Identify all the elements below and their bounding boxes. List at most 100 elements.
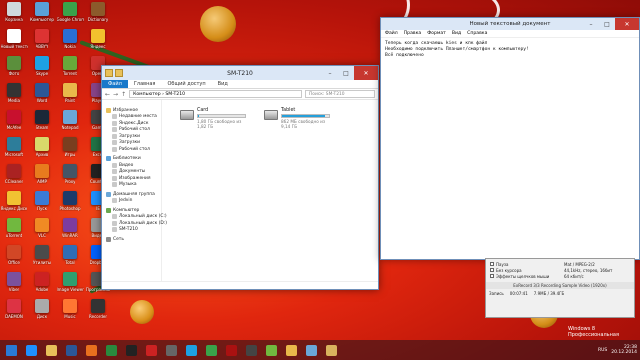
desktop-icon[interactable]: Новый текстовый [0, 27, 28, 54]
taskbar-firefox-icon[interactable] [82, 342, 100, 358]
desktop-icon-label: Photoshop [59, 206, 81, 211]
desktop-icon[interactable]: Music [56, 297, 84, 324]
tab-share[interactable]: Общий доступ [161, 80, 211, 88]
drive-usage-bar [281, 114, 330, 118]
desktop-icon[interactable]: Steam [28, 108, 56, 135]
notepad-titlebar[interactable]: Новый текстовый документ – □ ✕ [381, 18, 639, 30]
taskbar-notepad-icon[interactable] [302, 342, 320, 358]
desktop-icon[interactable]: Утилиты [28, 243, 56, 270]
forward-icon[interactable]: → [113, 91, 118, 98]
tab-view[interactable]: Вид [212, 80, 234, 88]
nav-item[interactable]: Локальный диск (D:) [106, 220, 167, 227]
desktop-icon[interactable]: Skype [28, 54, 56, 81]
desktop-icon[interactable]: VLC [28, 216, 56, 243]
nav-group[interactable]: Домашняя группа [106, 191, 161, 198]
taskbar-paint-icon[interactable] [282, 342, 300, 358]
taskbar-chrome-icon[interactable] [202, 342, 220, 358]
taskbar-folder-icon[interactable] [322, 342, 340, 358]
clock[interactable]: 22:38 20.12.2014 [611, 345, 637, 355]
desktop-icon[interactable]: AIMP [28, 162, 56, 189]
os-watermark: Windows 8 Профессиональная [568, 326, 619, 338]
tab-file[interactable]: Файл [102, 80, 128, 88]
desktop-icon[interactable]: Microsoft [0, 135, 28, 162]
desktop-icon[interactable]: Корзина [0, 0, 28, 27]
desktop-icon[interactable]: Яндекс [84, 27, 112, 54]
desktop-icon[interactable]: Пуск [28, 189, 56, 216]
nav-item[interactable]: Jedvin [106, 198, 161, 205]
taskbar-word-icon[interactable] [62, 342, 80, 358]
taskbar-yandex-icon[interactable] [142, 342, 160, 358]
menu-file[interactable]: Файл [385, 31, 398, 36]
language-indicator[interactable]: RUS [598, 348, 607, 353]
app-icon [35, 56, 49, 70]
desktop-icon[interactable]: Total [56, 243, 84, 270]
drive-tablet[interactable]: Tablet 862 МБ свободно из 9,14 ГБ [264, 108, 330, 281]
desktop-icon[interactable]: Nokia [56, 27, 84, 54]
back-icon[interactable]: ← [105, 91, 110, 98]
nav-item[interactable]: Музыка [106, 182, 161, 189]
desktop-icon[interactable]: ABBYY [28, 27, 56, 54]
desktop-icon-label: Recorder [89, 314, 107, 319]
option-click-effects[interactable]: Эффекты щелчков мыши [486, 273, 560, 279]
menu-edit[interactable]: Правка [404, 31, 421, 36]
desktop-icon[interactable]: DAEMON [0, 297, 28, 324]
tab-home[interactable]: Главная [128, 80, 162, 88]
search-input[interactable]: Поиск: SM-T210 [305, 90, 375, 98]
desktop-icon[interactable]: McAfee [0, 108, 28, 135]
desktop-icon[interactable]: Recorder [84, 297, 112, 324]
drive-card[interactable]: Card 1,80 ГБ свободно из 1,82 ГБ [180, 108, 246, 281]
address-bar[interactable]: Компьютер › SM-T210 [129, 90, 302, 98]
desktop-icon[interactable]: Media [0, 81, 28, 108]
nav-item[interactable]: Рабочий стол [106, 146, 161, 153]
desktop-icon[interactable]: Dictionary [84, 0, 112, 27]
desktop-icon[interactable]: Компьютер [28, 0, 56, 27]
menu-view[interactable]: Вид [452, 31, 461, 36]
nav-item-icon [112, 114, 117, 120]
taskbar-utorrent-icon[interactable] [262, 342, 280, 358]
desktop-icon[interactable]: Архив [28, 135, 56, 162]
start-button[interactable] [2, 342, 20, 358]
taskbar-skype-icon[interactable] [182, 342, 200, 358]
desktop-icon[interactable]: uTorrent [0, 216, 28, 243]
desktop-icon[interactable]: CCleaner [0, 162, 28, 189]
explorer-window: SM-T210 – □ ✕ Файл Главная Общий доступ … [101, 65, 379, 290]
desktop-icon-label: Image Viewer [56, 287, 84, 292]
desktop-icon[interactable]: Notepad [56, 108, 84, 135]
desktop-icon[interactable]: Adobe [28, 270, 56, 297]
taskbar-terminal-icon[interactable] [122, 342, 140, 358]
desktop-icon[interactable]: WinRAR [56, 216, 84, 243]
taskbar-media-icon[interactable] [162, 342, 180, 358]
desktop-icon[interactable]: Torrent [56, 54, 84, 81]
desktop-icon[interactable]: Игры [56, 135, 84, 162]
nav-group-icon [106, 156, 111, 162]
up-icon[interactable]: ↑ [121, 91, 126, 98]
nav-item[interactable]: SM-T210 [106, 227, 161, 234]
taskbar-store-icon[interactable] [102, 342, 120, 358]
taskbar-player-icon[interactable] [242, 342, 260, 358]
taskbar-explorer-icon[interactable] [42, 342, 60, 358]
desktop-icon[interactable]: Диск [28, 297, 56, 324]
app-icon [63, 218, 77, 232]
desktop-icon[interactable]: Image Viewer [56, 270, 84, 297]
taskbar-ie-icon[interactable] [22, 342, 40, 358]
desktop-icon-label: Music [64, 314, 76, 319]
recorder-status: Запись 00:07:41 7.9МБ / 39.4ГБ [489, 291, 565, 296]
text-area[interactable]: Теперь когда скачаешь kies и кпк файл Не… [381, 38, 639, 62]
desktop-icon[interactable]: Word [28, 81, 56, 108]
desktop-icon[interactable]: Google Chrome [56, 0, 84, 27]
explorer-titlebar[interactable]: SM-T210 – □ ✕ [102, 66, 378, 80]
desktop-icon[interactable]: Proxy [56, 162, 84, 189]
desktop-icon[interactable]: Фото [0, 54, 28, 81]
nav-group[interactable]: Сеть [106, 236, 161, 243]
desktop-icon[interactable]: Office [0, 243, 28, 270]
desktop-icon[interactable]: Яндекс Диск [0, 189, 28, 216]
app-icon [91, 299, 105, 313]
taskbar-recorder-icon[interactable] [222, 342, 240, 358]
menu-format[interactable]: Формат [427, 31, 446, 36]
app-icon [35, 2, 49, 16]
desktop-icon[interactable]: Paint [56, 81, 84, 108]
nav-item-icon [112, 146, 117, 152]
desktop-icon[interactable]: Viber [0, 270, 28, 297]
menu-help[interactable]: Справка [467, 31, 487, 36]
desktop-icon[interactable]: Photoshop [56, 189, 84, 216]
